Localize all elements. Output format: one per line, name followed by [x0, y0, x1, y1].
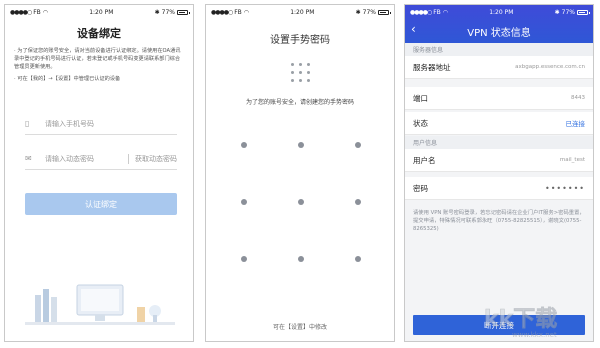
- pattern-dot[interactable]: [298, 256, 304, 262]
- code-placeholder[interactable]: 请输入动态密码: [45, 154, 122, 164]
- user-section-header: 用户信息: [405, 136, 593, 149]
- header-bar: ●●●●○ FB ◠ 1:20 PM ✱ 77% ‹ VPN 状态信息: [405, 5, 593, 43]
- pattern-dot[interactable]: [298, 199, 304, 205]
- status-time: 1:20 PM: [89, 8, 114, 16]
- svg-text:www.kkx.net: www.kkx.net: [512, 331, 557, 339]
- server-address-row: 服务器地址 axbgapp.essence.com.cn: [405, 56, 593, 79]
- preview-dot: [290, 63, 294, 66]
- pattern-dot[interactable]: [355, 256, 361, 262]
- battery-percent: 77%: [161, 8, 175, 16]
- battery-percent: 77%: [561, 8, 575, 16]
- wifi-icon: ◠: [243, 8, 250, 16]
- preview-dot: [306, 79, 310, 82]
- status-bar: ●●●●○ FB ◠ 1:20 PM ✱ 77%: [5, 5, 193, 19]
- phone-icon: ▯: [25, 119, 30, 128]
- status-bar: ●●●●○ FB ◠ 1:20 PM ✱ 77%: [405, 5, 593, 19]
- preview-dot: [298, 63, 302, 66]
- bluetooth-icon: ✱: [154, 8, 160, 16]
- password-value: •••••••: [544, 183, 585, 193]
- bluetooth-icon: ✱: [554, 8, 560, 16]
- preview-dot: [290, 79, 294, 82]
- gesture-password-screen: ●●●●○ FB ◠ 1:20 PM ✱ 77% 设置手势密码 为了您的账号安全…: [205, 4, 395, 342]
- server-address-label: 服务器地址: [413, 62, 451, 72]
- preview-dot: [298, 79, 302, 82]
- binding-notice: · 为了保证您的账号安全，请对当前设备进行认证绑定。请使用在OA通讯录中登记的手…: [14, 47, 184, 87]
- password-row: 密码 •••••••: [405, 177, 593, 200]
- device-binding-screen: ●●●●○ FB ◠ 1:20 PM ✱ 77% 设备绑定 · 为了保证您的账号…: [4, 4, 194, 342]
- status-value: 已连接: [565, 120, 586, 128]
- pattern-preview: [289, 63, 311, 85]
- gesture-hint: 为了您的账号安全，请创建您的手势密码: [245, 99, 354, 106]
- vpn-status-screen: ●●●●○ FB ◠ 1:20 PM ✱ 77% ‹ VPN 状态信息 服务器信…: [404, 4, 594, 342]
- bind-button[interactable]: 认证绑定: [25, 193, 177, 215]
- battery-percent: 77%: [362, 8, 376, 16]
- password-label: 密码: [413, 183, 428, 193]
- bluetooth-icon: ✱: [355, 8, 361, 16]
- gesture-pattern-grid[interactable]: [241, 142, 361, 262]
- status-label: 状态: [413, 118, 428, 128]
- pattern-dot[interactable]: [355, 142, 361, 148]
- battery-icon: [377, 9, 391, 15]
- pattern-dot[interactable]: [355, 199, 361, 205]
- username-row: 用户名 mail_test: [405, 149, 593, 172]
- notice-text-2: · 可在【我的】→【设置】中管理已认证的设备: [14, 76, 121, 82]
- preview-dot: [298, 71, 302, 74]
- port-row: 端口 8443: [405, 87, 593, 110]
- status-row: 状态 已连接: [405, 112, 593, 135]
- status-time: 1:20 PM: [290, 8, 315, 16]
- server-section-header: 服务器信息: [405, 43, 593, 56]
- battery-icon: [176, 9, 190, 15]
- wifi-icon: ◠: [42, 8, 49, 16]
- svg-text:kk下载: kk下载: [484, 306, 557, 332]
- dynamic-code-field[interactable]: ✉ 请输入动态密码 获取动态密码: [25, 148, 177, 170]
- preview-dot: [290, 71, 294, 74]
- settings-hint: 可在【设置】中修改: [272, 324, 327, 331]
- office-illustration: [25, 284, 175, 325]
- port-value: 8443: [571, 95, 585, 101]
- username-label: 用户名: [413, 155, 436, 165]
- wifi-icon: ◠: [442, 8, 449, 16]
- notice-text-1: · 为了保证您的账号安全，请对当前设备进行认证绑定。请使用在OA通讯录中登记的手…: [14, 48, 181, 70]
- pattern-dot[interactable]: [241, 199, 247, 205]
- page-title: 设备绑定: [77, 27, 121, 40]
- page-title: 设置手势密码: [270, 35, 330, 46]
- divider: [128, 153, 129, 164]
- phone-number-field[interactable]: ▯ 请输入手机号码: [25, 113, 177, 135]
- vpn-notice: 请使用 VPN 账号密码登录，若忘记密码请在企业门户IT服务>密码重置，提交申请…: [413, 210, 585, 232]
- pattern-dot[interactable]: [298, 142, 304, 148]
- preview-dot: [306, 71, 310, 74]
- port-label: 端口: [413, 93, 428, 103]
- carrier-label: FB: [433, 8, 441, 16]
- get-code-button[interactable]: 获取动态密码: [135, 154, 177, 164]
- pattern-dot[interactable]: [241, 256, 247, 262]
- phone-placeholder[interactable]: 请输入手机号码: [45, 119, 177, 129]
- signal-icon: ●●●●○: [211, 8, 233, 16]
- page-title: VPN 状态信息: [467, 28, 531, 39]
- carrier-label: FB: [234, 8, 242, 16]
- signal-icon: ●●●●○: [10, 8, 32, 16]
- preview-dot: [306, 63, 310, 66]
- battery-icon: [576, 9, 590, 15]
- pattern-dot[interactable]: [241, 142, 247, 148]
- site-watermark-logo: kk下载 www.kkx.net: [484, 306, 558, 339]
- username-value: mail_test: [559, 157, 585, 163]
- status-time: 1:20 PM: [489, 8, 514, 16]
- status-bar: ●●●●○ FB ◠ 1:20 PM ✱ 77%: [206, 5, 394, 19]
- signal-icon: ●●●●○: [410, 8, 432, 16]
- carrier-label: FB: [33, 8, 41, 16]
- server-address-value: axbgapp.essence.com.cn: [515, 64, 585, 70]
- mail-icon: ✉: [25, 154, 32, 163]
